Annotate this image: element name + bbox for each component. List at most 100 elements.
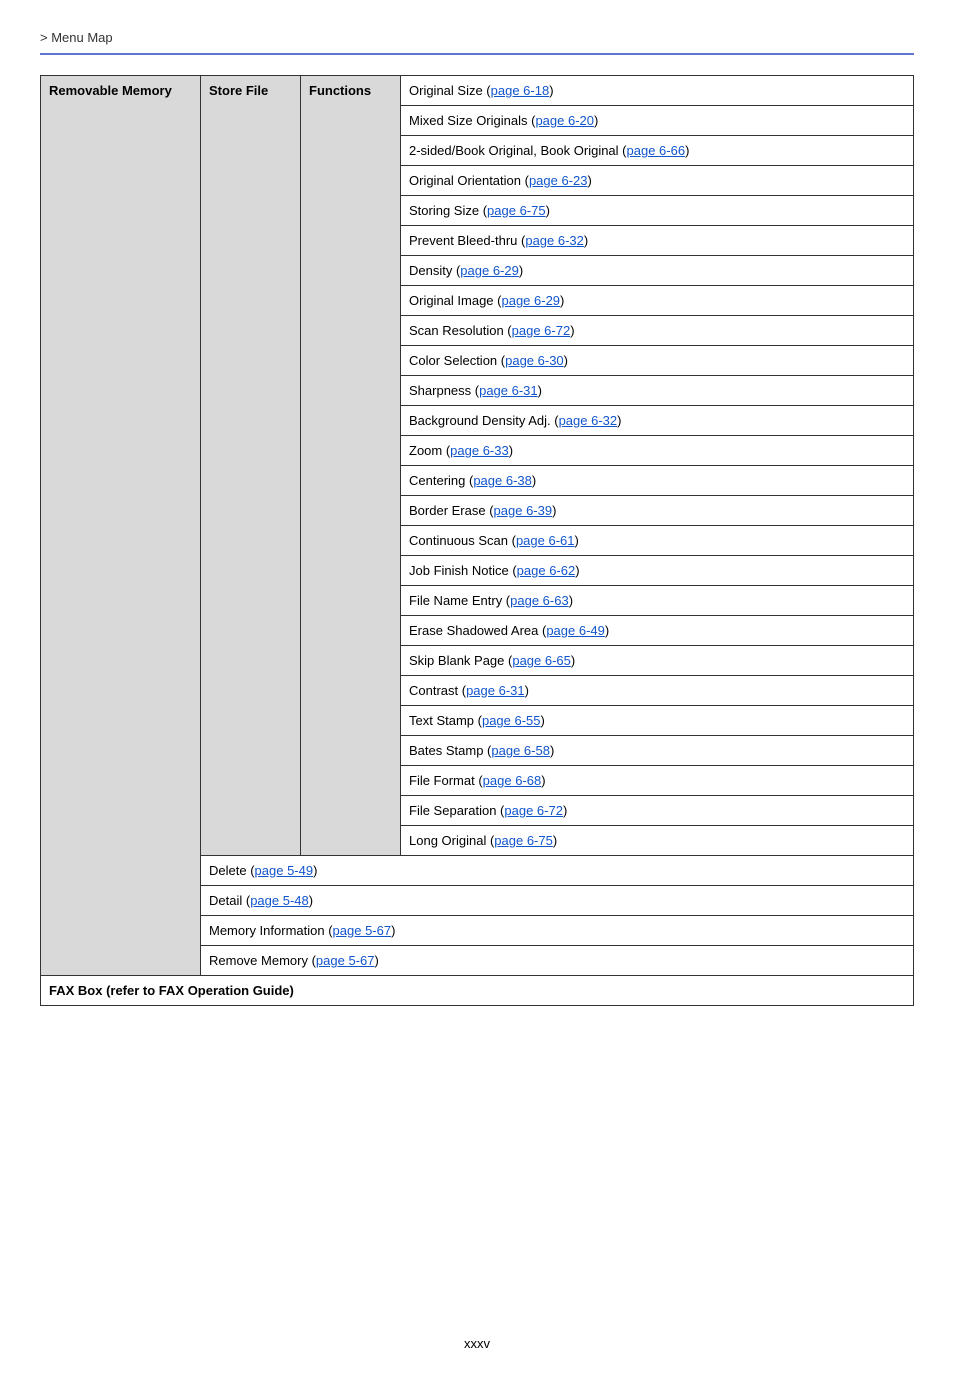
menu-cell: Scan Resolution (page 6-72) bbox=[401, 316, 914, 346]
menu-cell: Continuous Scan (page 6-61) bbox=[401, 526, 914, 556]
page-link[interactable]: page 6-31 bbox=[479, 383, 538, 398]
menu-label-close: ) bbox=[552, 503, 556, 518]
page-link[interactable]: page 6-72 bbox=[504, 803, 563, 818]
menu-label-close: ) bbox=[538, 383, 542, 398]
menu-label-close: ) bbox=[570, 323, 574, 338]
menu-label: Density ( bbox=[409, 263, 460, 278]
menu-label: Color Selection ( bbox=[409, 353, 505, 368]
menu-label-close: ) bbox=[313, 863, 317, 878]
menu-label-close: ) bbox=[584, 233, 588, 248]
menu-label: Detail ( bbox=[209, 893, 250, 908]
menu-label: Remove Memory ( bbox=[209, 953, 316, 968]
menu-label: Scan Resolution ( bbox=[409, 323, 512, 338]
menu-label: Background Density Adj. ( bbox=[409, 413, 559, 428]
breadcrumb: > Menu Map bbox=[40, 30, 914, 45]
menu-cell: Bates Stamp (page 6-58) bbox=[401, 736, 914, 766]
menu-label: Sharpness ( bbox=[409, 383, 479, 398]
menu-cell: Skip Blank Page (page 6-65) bbox=[401, 646, 914, 676]
menu-label: Job Finish Notice ( bbox=[409, 563, 517, 578]
menu-label-close: ) bbox=[525, 683, 529, 698]
menu-label-close: ) bbox=[571, 653, 575, 668]
page-link[interactable]: page 6-38 bbox=[473, 473, 532, 488]
menu-label: 2-sided/Book Original, Book Original ( bbox=[409, 143, 627, 158]
menu-label: Erase Shadowed Area ( bbox=[409, 623, 546, 638]
page-link[interactable]: page 6-63 bbox=[510, 593, 569, 608]
page-link[interactable]: page 6-65 bbox=[512, 653, 571, 668]
page-link[interactable]: page 6-39 bbox=[494, 503, 553, 518]
page-link[interactable]: page 5-49 bbox=[255, 863, 314, 878]
menu-cell: Storing Size (page 6-75) bbox=[401, 196, 914, 226]
breadcrumb-prefix: > bbox=[40, 30, 51, 45]
page-link[interactable]: page 6-18 bbox=[491, 83, 550, 98]
menu-label: Border Erase ( bbox=[409, 503, 494, 518]
menu-cell: Remove Memory (page 5-67) bbox=[201, 946, 914, 976]
menu-label-close: ) bbox=[605, 623, 609, 638]
page-link[interactable]: page 5-67 bbox=[316, 953, 375, 968]
menu-label-close: ) bbox=[569, 593, 573, 608]
menu-label-close: ) bbox=[617, 413, 621, 428]
menu-label-close: ) bbox=[309, 893, 313, 908]
page-link[interactable]: page 6-55 bbox=[482, 713, 541, 728]
menu-cell: Background Density Adj. (page 6-32) bbox=[401, 406, 914, 436]
menu-cell: Delete (page 5-49) bbox=[201, 856, 914, 886]
menu-label: File Format ( bbox=[409, 773, 483, 788]
page-link[interactable]: page 6-66 bbox=[627, 143, 686, 158]
menu-cell: Text Stamp (page 6-55) bbox=[401, 706, 914, 736]
page-link[interactable]: page 6-62 bbox=[517, 563, 576, 578]
menu-label-close: ) bbox=[588, 173, 592, 188]
menu-label-close: ) bbox=[549, 83, 553, 98]
menu-label: File Separation ( bbox=[409, 803, 504, 818]
menu-label: Long Original ( bbox=[409, 833, 494, 848]
menu-label: Prevent Bleed-thru ( bbox=[409, 233, 525, 248]
menu-cell: Original Size (page 6-18) bbox=[401, 76, 914, 106]
menu-label-close: ) bbox=[546, 203, 550, 218]
page-link[interactable]: page 6-72 bbox=[512, 323, 571, 338]
menu-cell: Density (page 6-29) bbox=[401, 256, 914, 286]
page-link[interactable]: page 6-29 bbox=[460, 263, 519, 278]
menu-label: Memory Information ( bbox=[209, 923, 333, 938]
page-link[interactable]: page 6-61 bbox=[516, 533, 575, 548]
menu-cell: Detail (page 5-48) bbox=[201, 886, 914, 916]
menu-cell: Mixed Size Originals (page 6-20) bbox=[401, 106, 914, 136]
page-link[interactable]: page 6-31 bbox=[466, 683, 525, 698]
page-link[interactable]: page 6-33 bbox=[450, 443, 509, 458]
menu-cell: Contrast (page 6-31) bbox=[401, 676, 914, 706]
menu-label: Original Orientation ( bbox=[409, 173, 529, 188]
col-store-file: Store File bbox=[201, 76, 301, 856]
menu-label: Mixed Size Originals ( bbox=[409, 113, 535, 128]
menu-label: Original Image ( bbox=[409, 293, 501, 308]
menu-label-close: ) bbox=[509, 443, 513, 458]
menu-cell: File Separation (page 6-72) bbox=[401, 796, 914, 826]
page-link[interactable]: page 6-32 bbox=[559, 413, 618, 428]
col-functions: Functions bbox=[301, 76, 401, 856]
menu-label: Skip Blank Page ( bbox=[409, 653, 512, 668]
menu-cell: File Format (page 6-68) bbox=[401, 766, 914, 796]
header-rule bbox=[40, 53, 914, 55]
page-link[interactable]: page 6-29 bbox=[501, 293, 560, 308]
breadcrumb-label: Menu Map bbox=[51, 30, 112, 45]
menu-cell: Memory Information (page 5-67) bbox=[201, 916, 914, 946]
menu-label-close: ) bbox=[532, 473, 536, 488]
page-link[interactable]: page 6-58 bbox=[491, 743, 550, 758]
page-link[interactable]: page 6-32 bbox=[525, 233, 584, 248]
page-link[interactable]: page 6-68 bbox=[483, 773, 542, 788]
page-link[interactable]: page 6-23 bbox=[529, 173, 588, 188]
menu-label-close: ) bbox=[391, 923, 395, 938]
menu-cell: Original Image (page 6-29) bbox=[401, 286, 914, 316]
menu-label: Zoom ( bbox=[409, 443, 450, 458]
page-link[interactable]: page 6-30 bbox=[505, 353, 564, 368]
page-link[interactable]: page 6-75 bbox=[494, 833, 553, 848]
menu-label-close: ) bbox=[541, 773, 545, 788]
menu-cell: Job Finish Notice (page 6-62) bbox=[401, 556, 914, 586]
menu-cell: Border Erase (page 6-39) bbox=[401, 496, 914, 526]
page-link[interactable]: page 6-75 bbox=[487, 203, 546, 218]
page-link[interactable]: page 6-20 bbox=[535, 113, 594, 128]
menu-cell: Prevent Bleed-thru (page 6-32) bbox=[401, 226, 914, 256]
menu-label-close: ) bbox=[519, 263, 523, 278]
page-link[interactable]: page 5-48 bbox=[250, 893, 309, 908]
menu-label-close: ) bbox=[560, 293, 564, 308]
page-link[interactable]: page 5-67 bbox=[333, 923, 392, 938]
page-link[interactable]: page 6-49 bbox=[546, 623, 605, 638]
menu-label-close: ) bbox=[553, 833, 557, 848]
menu-label-close: ) bbox=[685, 143, 689, 158]
